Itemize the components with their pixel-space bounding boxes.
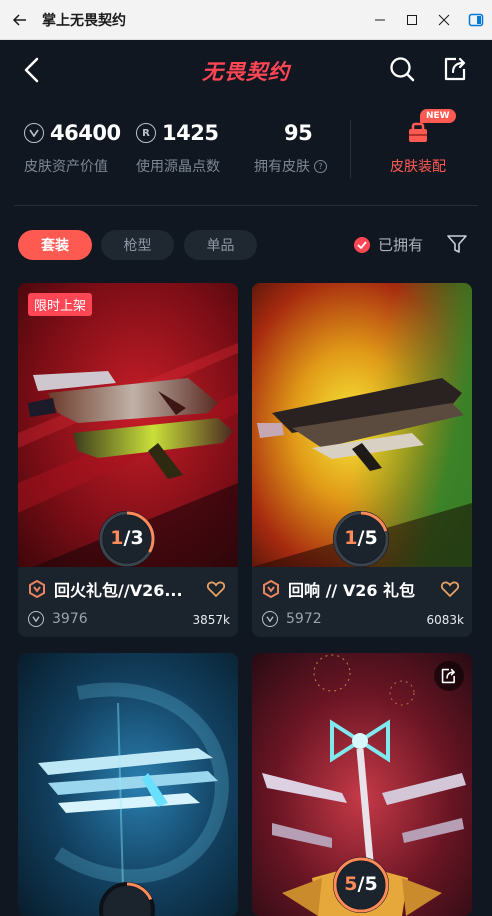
card-info: 回火礼包//V26... 3976 3857k: [18, 567, 238, 637]
progress-ring: [99, 882, 155, 916]
bundle-card[interactable]: 5/5: [252, 653, 472, 916]
stats-panel: 46400 皮肤资产价值 R 1425 使用源晶点数 95 拥有皮肤 ? NEW: [0, 109, 492, 192]
likes-count: 6083k: [426, 613, 465, 627]
sidebar-panel-icon: [468, 13, 484, 26]
new-badge: NEW: [420, 109, 456, 123]
window-titlebar: 掌上无畏契约: [0, 0, 492, 40]
bundle-image[interactable]: 1/5: [252, 283, 472, 567]
asset-value-stat: 46400 皮肤资产价值: [24, 118, 121, 176]
tab-bundle[interactable]: 套装: [18, 230, 92, 260]
card-info: 回响 // V26 礼包 5972 6083k: [252, 567, 472, 637]
skin-equip-button[interactable]: NEW 皮肤装配: [378, 109, 458, 176]
owned-skins-label: 拥有皮肤: [254, 159, 310, 175]
bundle-artwork: [18, 653, 238, 916]
ownership-progress: [98, 881, 156, 916]
share-icon: [441, 668, 455, 684]
skin-equip-label: 皮肤装配: [390, 159, 446, 175]
owned-count: 1: [110, 527, 124, 549]
app-logo: 无畏契约: [202, 60, 290, 84]
radianite-label: 使用源晶点数: [136, 159, 220, 175]
likes-count: 3857k: [192, 613, 231, 627]
close-window-button[interactable]: [428, 0, 460, 40]
maximize-button[interactable]: [396, 0, 428, 40]
check-icon: [354, 236, 370, 253]
limited-tag: 限时上架: [28, 293, 93, 316]
vp-coin-icon: [28, 611, 44, 627]
total-count: 5: [364, 873, 378, 895]
heart-icon[interactable]: [440, 579, 460, 599]
window-back-button[interactable]: [0, 0, 40, 40]
search-button[interactable]: [386, 53, 418, 85]
share-icon: [444, 57, 466, 81]
total-count: 5: [364, 527, 378, 549]
locker-icon: [409, 122, 427, 142]
owned-filter-toggle[interactable]: 已拥有: [354, 234, 423, 255]
owned-skins-value: 95: [284, 121, 313, 145]
owned-skins-stat[interactable]: 95 拥有皮肤 ?: [254, 118, 327, 176]
total-count: 3: [130, 527, 144, 549]
radianite-value: 1425: [162, 121, 219, 145]
owned-count: 1: [344, 527, 358, 549]
ownership-progress: 1/3: [98, 510, 156, 567]
filter-bar: 套装 枪型 单品 已拥有: [0, 228, 492, 262]
filter-icon[interactable]: [446, 233, 468, 255]
bundle-image[interactable]: [18, 653, 238, 916]
bundle-card[interactable]: 1/5 回响 // V26 礼包 5972 6083k: [252, 283, 472, 637]
owned-count: 5: [344, 873, 358, 895]
heart-icon[interactable]: [206, 579, 226, 599]
section-divider: [14, 205, 478, 206]
asset-value: 46400: [50, 121, 121, 145]
minimize-icon: [375, 19, 385, 20]
radianite-icon: R: [136, 123, 156, 143]
minimize-button[interactable]: [364, 0, 396, 40]
help-icon[interactable]: ?: [314, 159, 327, 173]
sidebar-toggle-button[interactable]: [460, 0, 492, 40]
asset-value-label: 皮肤资产价值: [24, 159, 108, 175]
card-share-button[interactable]: [434, 661, 464, 691]
bundle-price: 5972: [286, 611, 322, 627]
window-title: 掌上无畏契约: [42, 12, 126, 29]
tab-weapon-type[interactable]: 枪型: [101, 230, 174, 260]
bundle-card[interactable]: [18, 653, 238, 916]
vp-coin-icon: [262, 611, 278, 627]
arrow-left-icon: [12, 13, 26, 26]
divider: [350, 120, 351, 178]
radianite-stat: R 1425 使用源晶点数: [136, 118, 220, 176]
tab-single-item[interactable]: 单品: [184, 230, 257, 260]
bundle-title: 回火礼包//V26...: [54, 581, 183, 600]
close-icon: [438, 14, 450, 25]
bundle-image[interactable]: 5/5: [252, 653, 472, 916]
app-header: 无畏契约: [0, 40, 492, 100]
ownership-progress: 5/5: [332, 856, 390, 914]
search-icon: [390, 57, 415, 82]
bundle-image[interactable]: 限时上架 1/3: [18, 283, 238, 567]
bundle-title: 回响 // V26 礼包: [288, 581, 416, 600]
vp-coin-icon: [24, 123, 44, 143]
share-button[interactable]: [440, 53, 472, 85]
owned-filter-label: 已拥有: [378, 236, 424, 254]
tier-icon: [29, 580, 45, 598]
bundle-card[interactable]: 限时上架 1/3 回火礼包//V26... 3976 3857k: [18, 283, 238, 637]
tier-icon: [263, 580, 279, 598]
bundle-price: 3976: [52, 611, 88, 627]
maximize-icon: [407, 14, 417, 25]
ownership-progress: 1/5: [332, 510, 390, 567]
